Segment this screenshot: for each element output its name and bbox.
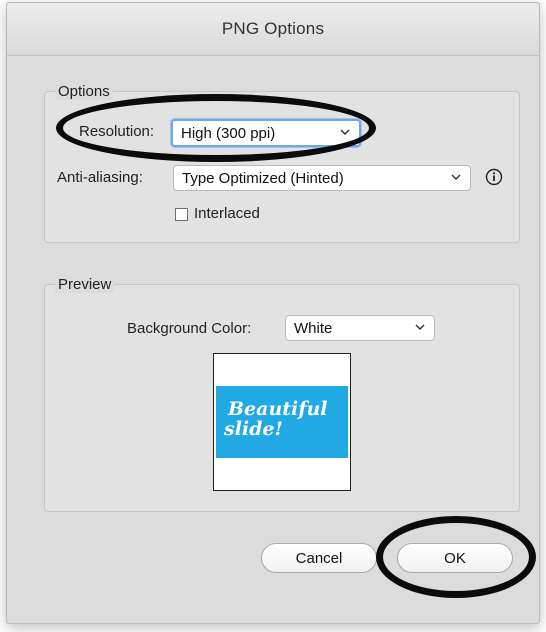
background-color-select[interactable]: White: [285, 315, 435, 341]
info-icon[interactable]: [485, 168, 503, 186]
preview-canvas: Beautiful slide!: [213, 353, 351, 491]
background-color-label: Background Color:: [127, 320, 252, 337]
resolution-value: High (300 ppi): [181, 124, 276, 142]
dialog-title: PNG Options: [221, 19, 325, 38]
anti-aliasing-label: Anti-aliasing:: [57, 169, 143, 186]
png-options-dialog: PNG Options Options Resolution: High (30…: [6, 2, 540, 624]
interlaced-checkbox[interactable]: [175, 208, 188, 221]
slide-text-line2: slide!: [224, 418, 283, 440]
cancel-button[interactable]: Cancel: [261, 543, 377, 573]
preview-slide: Beautiful slide!: [216, 386, 348, 458]
slide-text-line1: Beautiful: [228, 398, 328, 420]
resolution-label: Resolution:: [79, 123, 155, 140]
anti-aliasing-value: Type Optimized (Hinted): [182, 169, 344, 187]
dialog-titlebar: PNG Options: [7, 3, 539, 56]
preview-group-label: Preview: [55, 276, 115, 293]
background-color-value: White: [294, 319, 333, 337]
interlaced-label[interactable]: Interlaced: [194, 205, 260, 222]
chevron-down-icon: [451, 174, 461, 181]
anti-aliasing-select[interactable]: Type Optimized (Hinted): [173, 165, 471, 191]
ok-button[interactable]: OK: [397, 543, 513, 573]
resolution-select[interactable]: High (300 ppi): [171, 119, 361, 147]
options-group-label: Options: [55, 83, 113, 100]
chevron-down-icon: [415, 324, 425, 331]
chevron-down-icon: [340, 129, 350, 136]
